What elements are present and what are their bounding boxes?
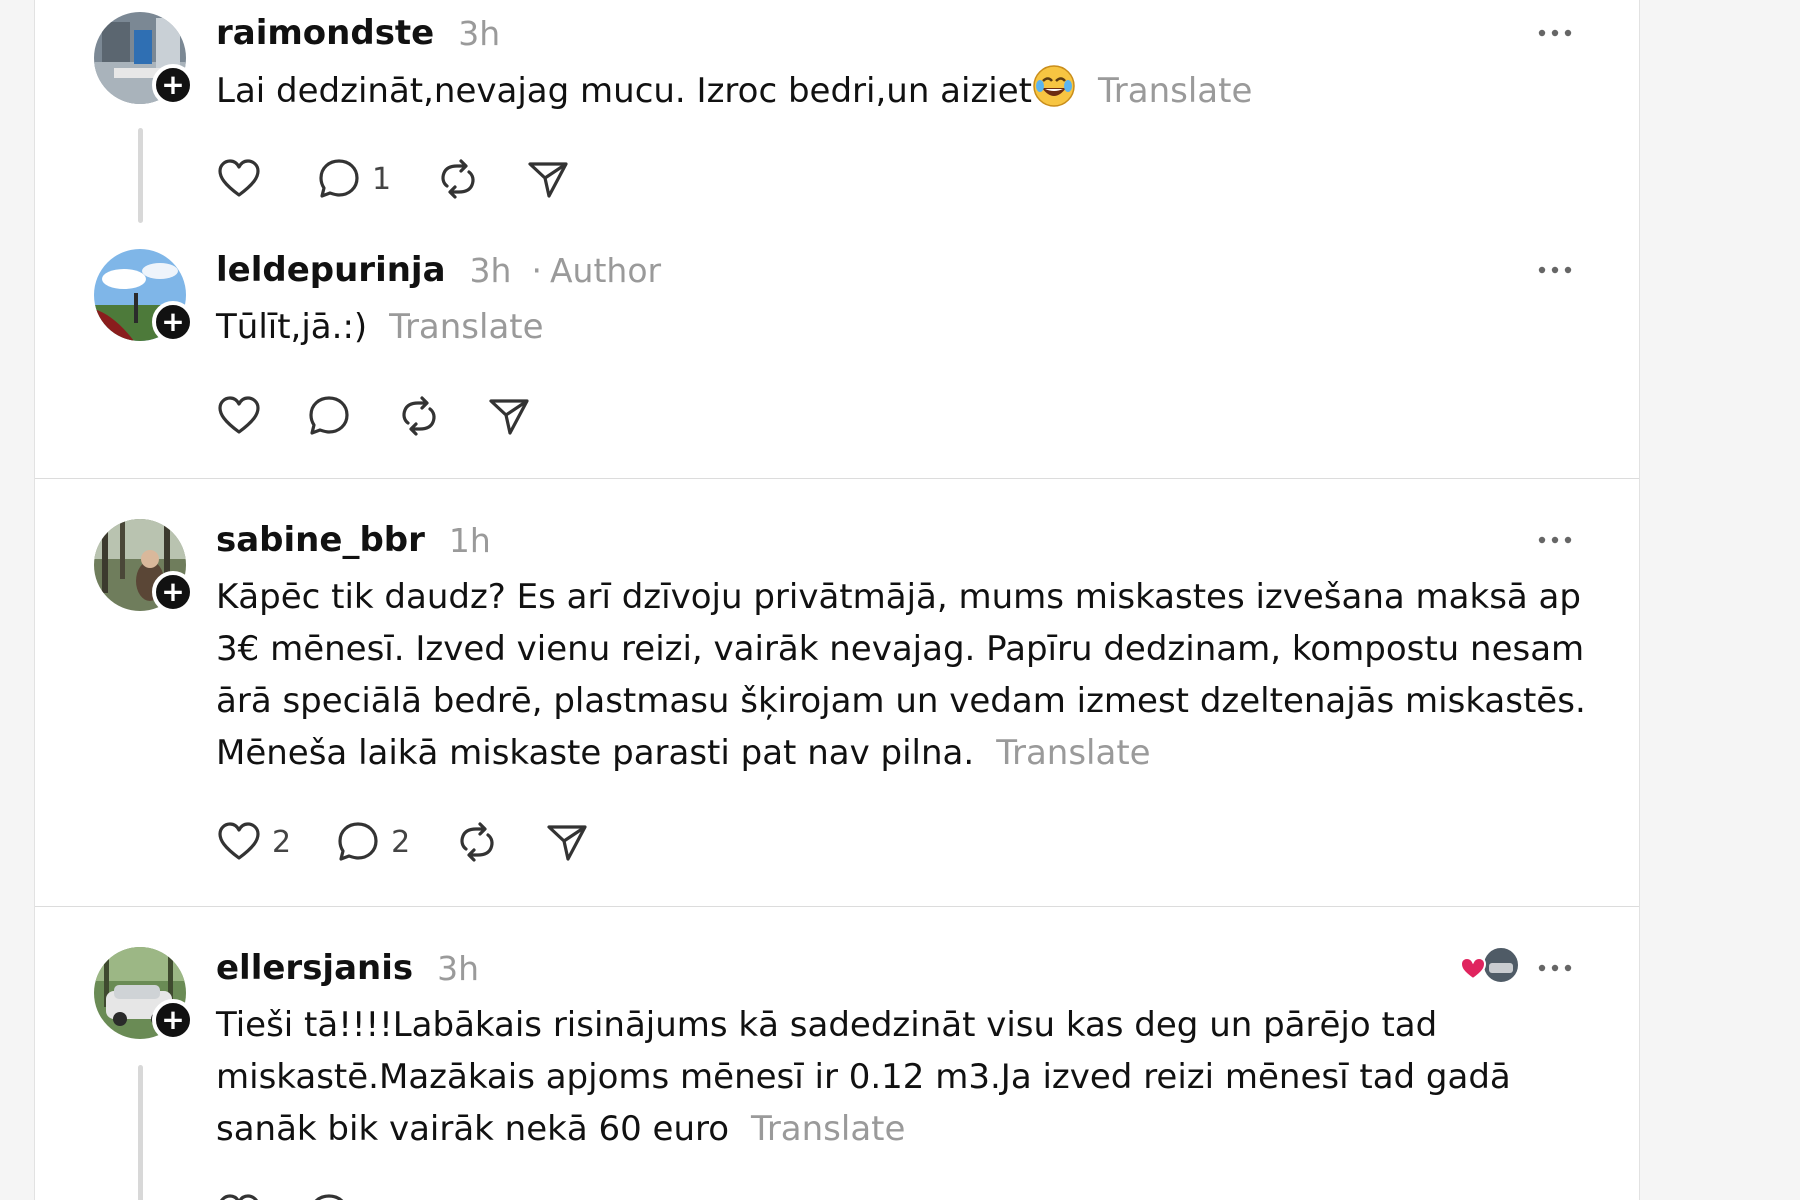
post-time[interactable]: 1h — [449, 521, 491, 560]
post-text: Tūlīt,jā.:) Translate — [216, 301, 1586, 353]
heart-icon — [218, 822, 260, 860]
follow-plus-icon[interactable]: + — [152, 999, 194, 1041]
repost-button[interactable] — [396, 391, 442, 441]
reply-count: 2 — [391, 824, 411, 860]
more-icon — [1538, 29, 1572, 37]
post-meta: ellersjanis 3h — [216, 946, 479, 990]
username[interactable]: sabine_bbr — [216, 520, 425, 560]
post-actions — [216, 1189, 396, 1200]
post-actions: 1 — [216, 154, 615, 204]
post-meta: leldepurinja 3h · Author — [216, 248, 661, 292]
post-text-content: Tūlīt,jā.:) — [216, 307, 368, 347]
more-options-button[interactable] — [1535, 248, 1575, 292]
laughing-emoji-icon — [1032, 64, 1076, 123]
replies-feed: + raimondste 3h Lai dedzināt,nevajag muc… — [34, 0, 1640, 1200]
post-text: Lai dedzināt,nevajag mucu. Izroc bedri,u… — [216, 64, 1586, 123]
reply-post: + ellersjanis 3h Tieši tā!!!!Labākais ri… — [35, 943, 1639, 1200]
translate-link[interactable]: Translate — [996, 733, 1150, 773]
comment-icon — [319, 159, 359, 198]
reply-post: + raimondste 3h Lai dedzināt,nevajag muc… — [35, 8, 1639, 238]
repost-icon — [460, 822, 494, 862]
post-time[interactable]: 3h — [437, 949, 479, 988]
more-options-button[interactable] — [1535, 946, 1575, 990]
like-button[interactable] — [216, 391, 262, 441]
author-label: Author — [549, 250, 662, 290]
follow-plus-icon[interactable]: + — [152, 64, 194, 106]
avatar[interactable]: + — [94, 947, 194, 1041]
threads-page: + raimondste 3h Lai dedzināt,nevajag muc… — [0, 0, 1800, 1200]
like-button[interactable]: 2 — [216, 817, 291, 867]
translate-link[interactable]: Translate — [389, 307, 543, 347]
translate-link[interactable]: Translate — [751, 1109, 905, 1149]
share-button[interactable] — [544, 817, 590, 867]
username[interactable]: ellersjanis — [216, 948, 413, 988]
username[interactable]: leldepurinja — [216, 250, 446, 290]
reply-button[interactable] — [306, 1189, 352, 1200]
post-meta: sabine_bbr 1h — [216, 518, 491, 562]
avatar[interactable]: + — [94, 12, 194, 106]
post-actions — [216, 391, 576, 441]
avatar[interactable]: + — [94, 519, 194, 613]
like-button[interactable] — [216, 1189, 262, 1200]
repost-button[interactable] — [435, 154, 481, 204]
reply-button[interactable]: 2 — [335, 817, 410, 867]
avatar[interactable]: + — [94, 249, 194, 343]
like-count: 2 — [272, 824, 292, 860]
comment-icon — [314, 1194, 344, 1200]
heart-icon — [218, 396, 260, 434]
reply-button[interactable]: 1 — [316, 154, 391, 204]
translate-link[interactable]: Translate — [1098, 71, 1252, 111]
author-separator: · — [531, 250, 542, 290]
share-button[interactable] — [486, 391, 532, 441]
follow-plus-icon[interactable]: + — [152, 571, 194, 613]
more-icon — [1538, 964, 1572, 972]
post-divider — [35, 478, 1639, 479]
reply-count: 1 — [372, 161, 392, 197]
post-time[interactable]: 3h — [470, 251, 512, 290]
repost-icon — [441, 159, 475, 199]
post-meta: raimondste 3h — [216, 11, 500, 55]
heart-icon — [220, 1194, 258, 1200]
post-text-content: Lai dedzināt,nevajag mucu. Izroc bedri,u… — [216, 71, 1032, 111]
reply-button[interactable] — [306, 391, 352, 441]
post-time[interactable]: 3h — [458, 14, 500, 53]
share-icon — [528, 162, 568, 198]
heart-icon — [218, 159, 260, 197]
share-icon — [547, 825, 587, 861]
more-options-button[interactable] — [1535, 518, 1575, 562]
more-options-button[interactable] — [1535, 11, 1575, 55]
reply-post: + leldepurinja 3h · Author Tūlīt,jā.:) Tr… — [35, 245, 1639, 475]
post-text: Kāpēc tik daudz? Es arī dzīvoju privātmā… — [216, 571, 1586, 779]
post-text-content: Kāpēc tik daudz? Es arī dzīvoju privātmā… — [216, 577, 1586, 773]
liked-by-author-indicator[interactable] — [1459, 945, 1521, 987]
share-icon — [489, 399, 529, 435]
username[interactable]: raimondste — [216, 13, 434, 53]
post-divider — [35, 906, 1639, 907]
like-button[interactable] — [216, 154, 272, 204]
repost-button[interactable] — [454, 817, 500, 867]
share-button[interactable] — [525, 154, 571, 204]
comment-icon — [338, 822, 378, 861]
comment-icon — [309, 396, 349, 435]
post-text: Tieši tā!!!!Labākais risinājums kā saded… — [216, 999, 1586, 1155]
more-icon — [1538, 266, 1572, 274]
more-icon — [1538, 536, 1572, 544]
repost-icon — [402, 396, 436, 436]
reply-post: + sabine_bbr 1h Kāpēc tik daudz? Es arī … — [35, 515, 1639, 895]
post-actions: 2 2 — [216, 817, 634, 867]
follow-plus-icon[interactable]: + — [152, 301, 194, 343]
